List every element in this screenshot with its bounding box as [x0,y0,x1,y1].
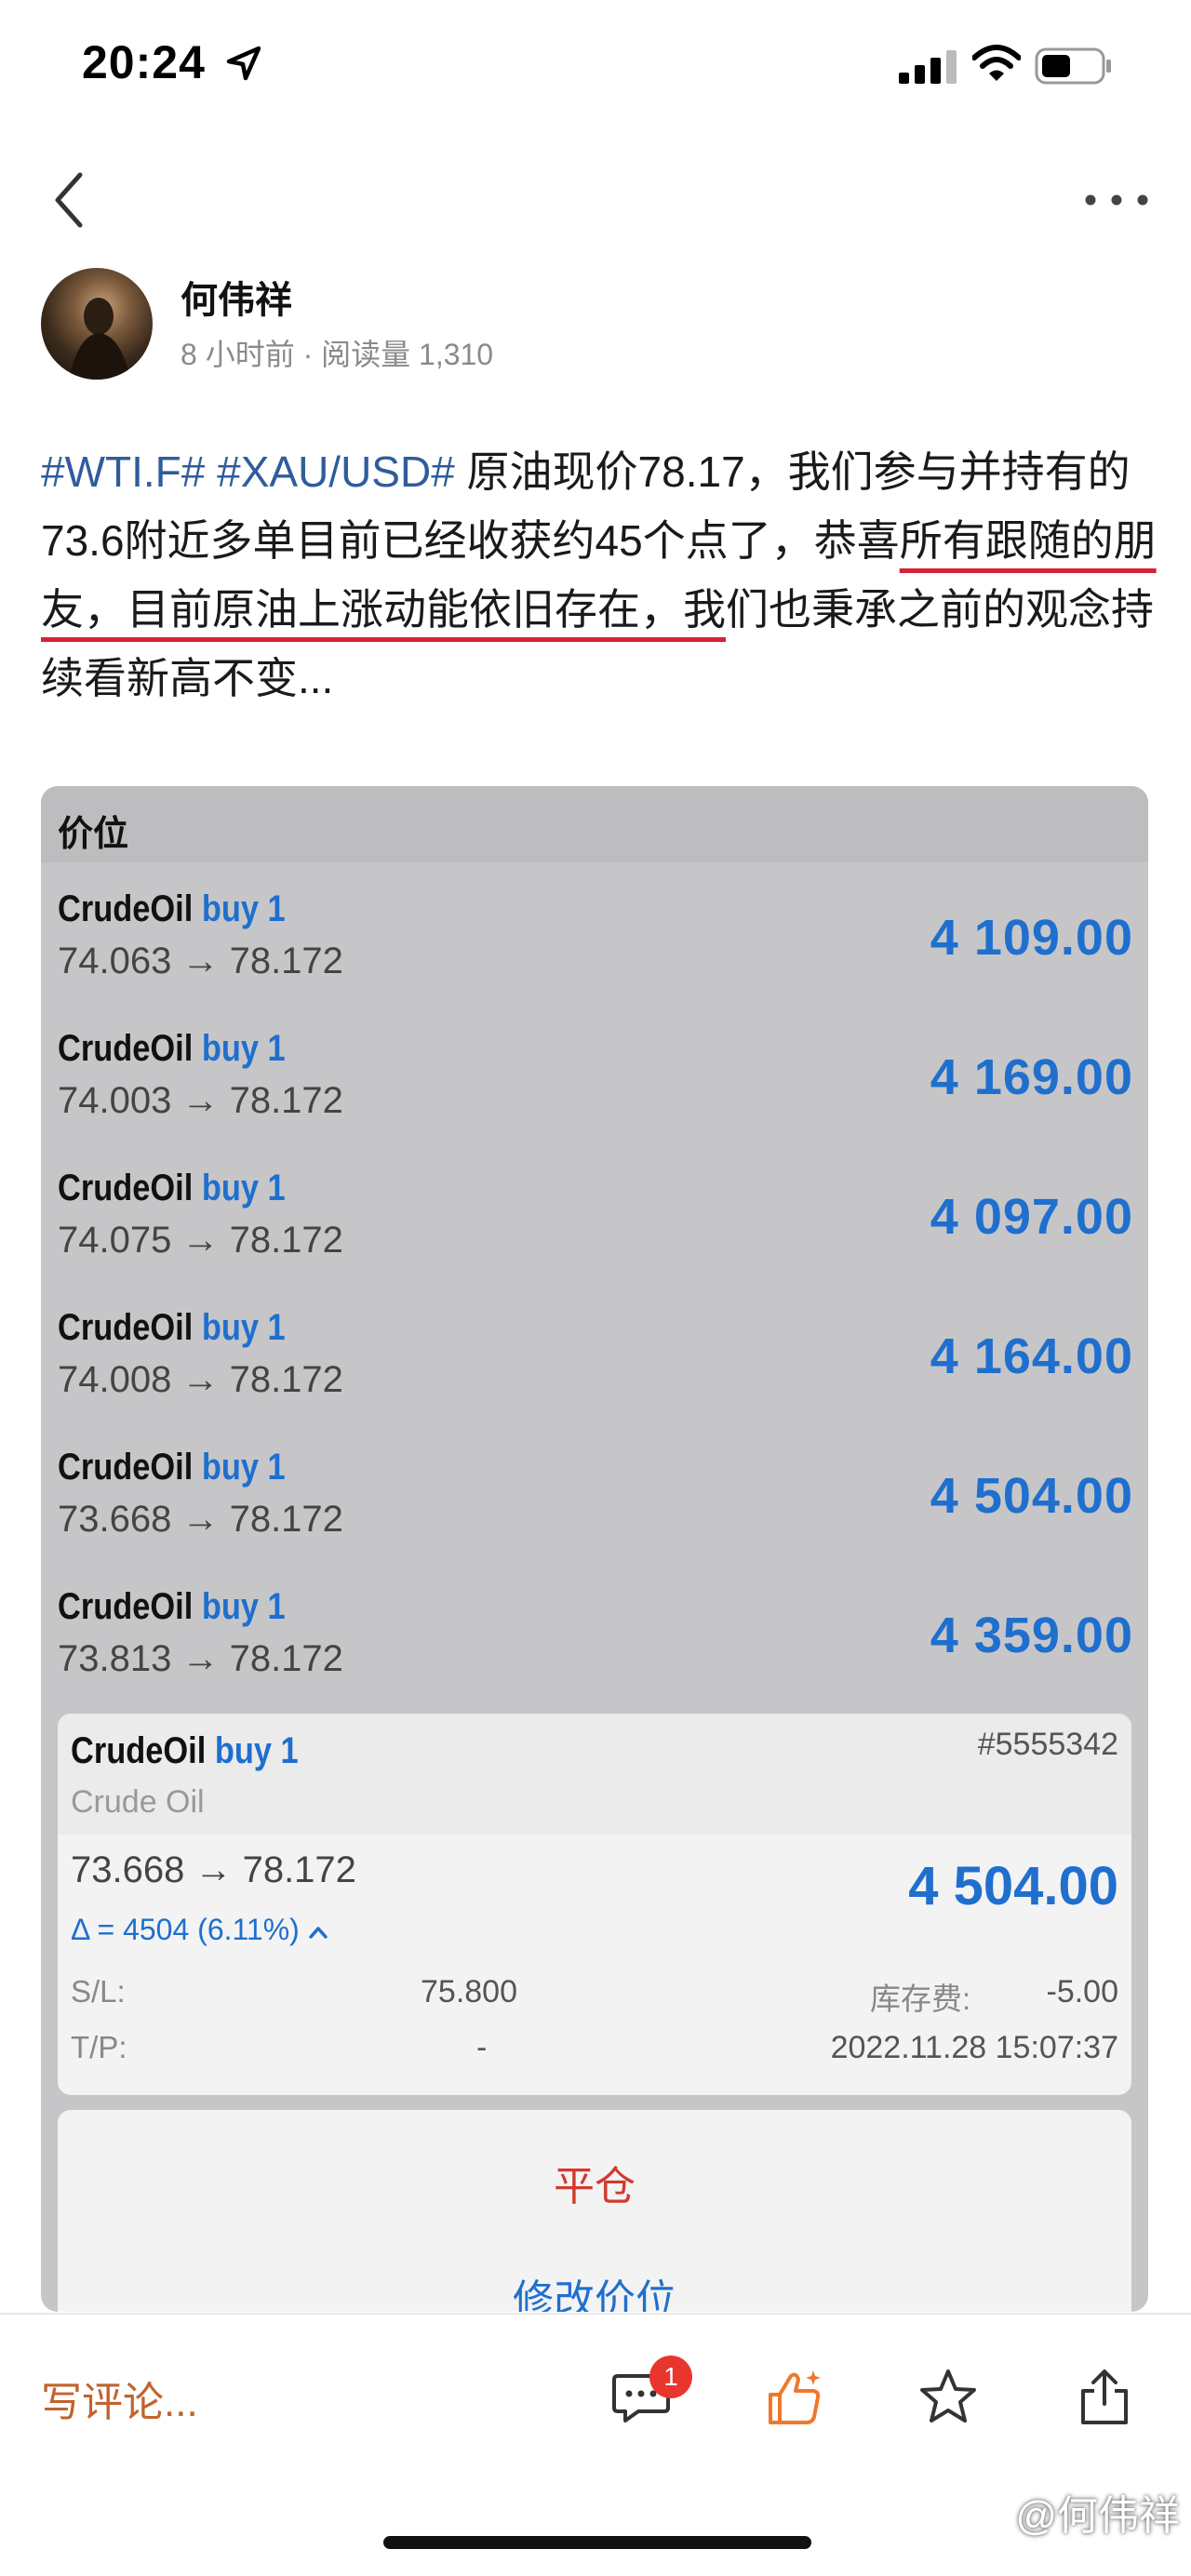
position-prices: 74.075 → 78.172 [58,1220,343,1261]
position-profit: 4 169.00 [930,1049,1133,1105]
position-symbol: CrudeOil buy 1 [58,1447,286,1488]
position-symbol: CrudeOil buy 1 [58,1028,286,1070]
tp-label: T/P: [71,2030,127,2064]
position-side: buy 1 [201,1168,286,1208]
star-icon[interactable] [917,2367,979,2428]
detail-prices: 73.668 → 78.172 [71,1849,356,1890]
signal-icon [899,50,957,84]
status-time: 20:24 [82,36,206,88]
swap-value: -5.00 [1046,1974,1119,2009]
battery-icon [1035,47,1111,85]
more-icon[interactable] [1079,191,1154,209]
post-text: #WTI.F# #XAU/USD# 原油现价78.17，我们参与并持有的73.6… [41,437,1158,713]
back-chevron-icon[interactable] [47,167,93,233]
share-icon[interactable] [1074,2367,1135,2428]
location-arrow-icon [226,46,261,81]
position-side: buy 1 [201,1447,286,1488]
status-bar: 20:24 [0,0,1191,130]
chevron-up-icon [309,1926,328,1939]
positions-header-label: 价位 [58,815,129,854]
author-meta: 8 小时前 · 阅读量 1,310 [181,338,494,371]
detail-side: buy 1 [214,1730,299,1771]
comment-count-badge: 1 [649,2356,692,2398]
open-time: 2022.11.28 15:07:37 [830,2030,1118,2065]
symbol-name: CrudeOil [58,1586,194,1627]
avatar[interactable] [41,268,153,380]
position-profit: 4 164.00 [930,1328,1133,1384]
tp-value: - [476,2030,488,2065]
position-detail-card: CrudeOil buy 1 Crude Oil #5555342 73.668… [58,1714,1131,2095]
symbol-name: CrudeOil [58,888,194,929]
position-prices: 73.813 → 78.172 [58,1638,343,1679]
position-row: CrudeOil buy 1 73.813 → 78.172 4 359.00 [41,1560,1148,1700]
watermark: @何伟祥 [1015,2493,1180,2539]
position-actions: 平仓 修改价位 [58,2110,1131,2312]
like-icon[interactable] [765,2367,826,2428]
position-profit: 4 359.00 [930,1608,1133,1663]
position-prices: 74.003 → 78.172 [58,1080,343,1121]
position-side: buy 1 [201,1307,286,1348]
detail-delta-text: Δ = 4504 (6.11%) [71,1913,300,1946]
hashtag-link[interactable]: #XAU/USD# [217,447,455,496]
modify-position-button[interactable]: 修改价位 [58,2266,1131,2312]
sl-value: 75.800 [421,1974,517,2009]
position-row: CrudeOil buy 1 74.075 → 78.172 4 097.00 [41,1141,1148,1281]
symbol-name: CrudeOil [58,1028,194,1069]
symbol-name: CrudeOil [71,1730,207,1771]
position-symbol: CrudeOil buy 1 [58,1307,286,1349]
position-side: buy 1 [201,1028,286,1069]
position-side: buy 1 [201,1586,286,1627]
position-prices: 74.008 → 78.172 [58,1359,343,1400]
position-side: buy 1 [201,888,286,929]
detail-profit: 4 504.00 [908,1856,1118,1916]
detail-subtitle: Crude Oil [71,1784,205,1820]
position-symbol: CrudeOil buy 1 [58,1586,286,1628]
position-profit: 4 109.00 [930,910,1133,966]
home-indicator [383,2536,811,2549]
detail-delta: Δ = 4504 (6.11%) [71,1913,328,1947]
positions-header: 价位 [41,786,1148,862]
symbol-name: CrudeOil [58,1447,194,1488]
position-row: CrudeOil buy 1 74.008 → 78.172 4 164.00 [41,1281,1148,1421]
symbol-name: CrudeOil [58,1307,194,1348]
comment-input[interactable]: 写评论... [41,2369,198,2428]
position-prices: 74.063 → 78.172 [58,941,343,981]
author-name[interactable]: 何伟祥 [181,270,292,324]
position-prices: 73.668 → 78.172 [58,1499,343,1540]
detail-order-id: #5555342 [977,1727,1118,1762]
trade-screenshot[interactable]: 价位 CrudeOil buy 1 74.063 → 78.172 4 109.… [41,786,1148,2312]
sl-label: S/L: [71,1974,126,2009]
position-row: CrudeOil buy 1 74.063 → 78.172 4 109.00 [41,862,1148,1002]
detail-symbol: CrudeOil buy 1 [71,1730,299,1772]
bottom-action-bar: 写评论... 1 @何伟祥 [0,2313,1191,2576]
wifi-icon [972,45,1021,81]
position-profit: 4 504.00 [930,1468,1133,1524]
position-symbol: CrudeOil buy 1 [58,888,286,930]
swap-label: 库存费: [870,1982,971,2016]
hashtag-link[interactable]: #WTI.F# [41,447,205,496]
symbol-name: CrudeOil [58,1168,194,1208]
position-row: CrudeOil buy 1 74.003 → 78.172 4 169.00 [41,1002,1148,1141]
position-profit: 4 097.00 [930,1189,1133,1245]
position-row: CrudeOil buy 1 73.668 → 78.172 4 504.00 [41,1421,1148,1560]
avatar-figure-icon [69,298,130,380]
position-symbol: CrudeOil buy 1 [58,1168,286,1209]
close-position-button[interactable]: 平仓 [58,2153,1131,2212]
